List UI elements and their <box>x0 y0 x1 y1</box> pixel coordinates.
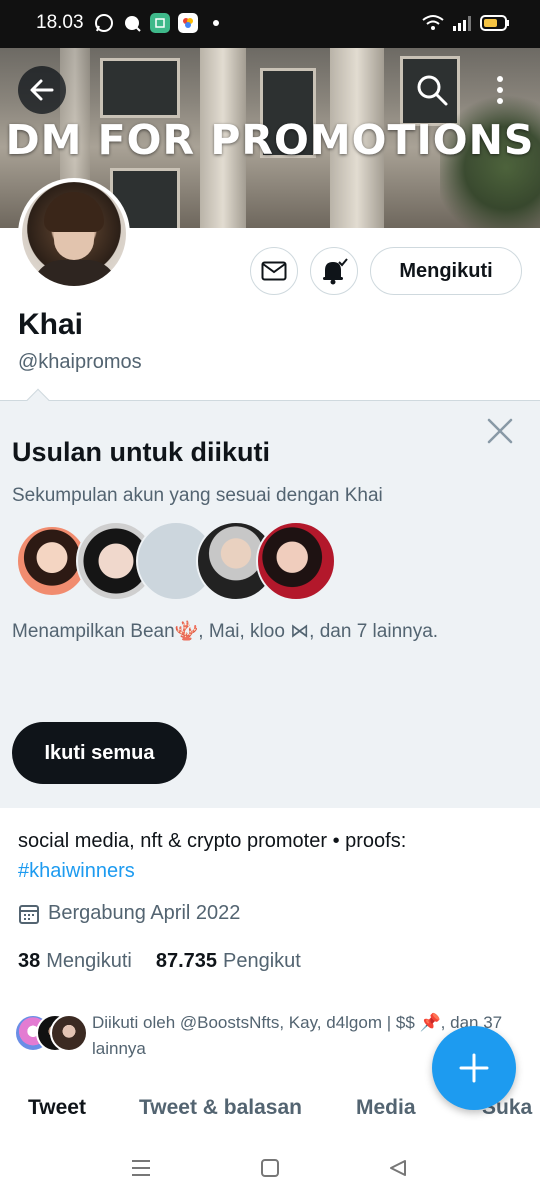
android-nav-bar <box>0 1136 540 1200</box>
more-vertical-icon <box>497 76 503 104</box>
search-icon <box>417 75 448 106</box>
join-date: Bergabung April 2022 <box>18 902 240 925</box>
home-button[interactable] <box>258 1156 282 1180</box>
square-icon <box>261 1159 279 1177</box>
recent-apps-button[interactable] <box>129 1156 153 1180</box>
triangle-back-icon <box>390 1160 406 1176</box>
follower-avatar <box>50 1014 88 1052</box>
bio-text: social media, nft & crypto promoter • pr… <box>18 830 407 852</box>
system-icons <box>422 14 510 32</box>
dot-icon <box>206 13 226 33</box>
suggested-names: Menampilkan Bean🪸, Mai, kloo ⋈, dan 7 la… <box>12 621 439 642</box>
close-icon <box>487 418 513 444</box>
close-suggestions-button[interactable] <box>484 415 516 447</box>
notification-icons <box>94 13 226 33</box>
plus-icon <box>459 1053 489 1083</box>
following-button[interactable]: Mengikuti <box>370 247 522 295</box>
profile-handle: @khaipromos <box>18 351 142 373</box>
suggested-avatars[interactable] <box>16 521 336 605</box>
signal-icon <box>453 16 471 31</box>
suggested-avatar[interactable] <box>256 521 336 601</box>
compose-tweet-button[interactable] <box>432 1026 516 1110</box>
notifications-button[interactable] <box>310 247 358 295</box>
back-arrow-icon <box>30 79 54 101</box>
status-time: 18.03 <box>36 12 84 33</box>
suggestions-panel: Usulan untuk diikuti Sekumpulan akun yan… <box>0 388 540 808</box>
bell-icon <box>323 258 348 285</box>
mail-icon <box>261 261 287 281</box>
following-label: Mengikuti <box>46 950 132 972</box>
status-bar: 18.03 <box>0 0 540 48</box>
more-options-button[interactable] <box>480 70 520 110</box>
profile-name: Khai <box>18 308 84 341</box>
wifi-icon <box>422 15 444 30</box>
app-photos-icon <box>178 13 198 33</box>
followers-count: 87.735 <box>155 950 218 972</box>
following-count: 38 <box>18 950 41 972</box>
following-stat[interactable]: 38 Mengikuti <box>18 950 132 973</box>
followers-label: Pengikut <box>223 950 301 972</box>
follow-stats: 38 Mengikuti 87.735 Pengikut <box>18 950 301 973</box>
back-nav-button[interactable] <box>386 1156 410 1180</box>
whatsapp-icon <box>94 13 114 33</box>
calendar-icon <box>19 904 39 924</box>
search-button[interactable] <box>412 70 452 110</box>
tab-tweet-replies[interactable]: Tweet & balasan <box>139 1096 302 1120</box>
follow-all-button[interactable]: Ikuti semua <box>12 722 187 784</box>
banner-text: DM FOR PROMOTIONS <box>5 116 535 164</box>
join-date-text: Bergabung April 2022 <box>48 902 241 924</box>
app-green-icon <box>150 13 170 33</box>
profile-avatar[interactable] <box>18 178 130 290</box>
bio-hashtag-link[interactable]: #khaiwinners <box>18 856 518 886</box>
message-button[interactable] <box>250 247 298 295</box>
back-button[interactable] <box>18 66 66 114</box>
followers-stat[interactable]: 87.735 Pengikut <box>156 950 301 973</box>
suggestions-title: Usulan untuk diikuti <box>12 437 271 467</box>
menu-lines-icon <box>132 1160 150 1176</box>
battery-icon <box>480 15 509 31</box>
chat-bubble-icon <box>122 13 142 33</box>
tab-tweet[interactable]: Tweet <box>28 1096 86 1120</box>
suggestions-subtitle: Sekumpulan akun yang sesuai dengan Khai <box>12 485 383 506</box>
tab-media[interactable]: Media <box>356 1096 416 1120</box>
profile-bio: social media, nft & crypto promoter • pr… <box>18 826 518 886</box>
